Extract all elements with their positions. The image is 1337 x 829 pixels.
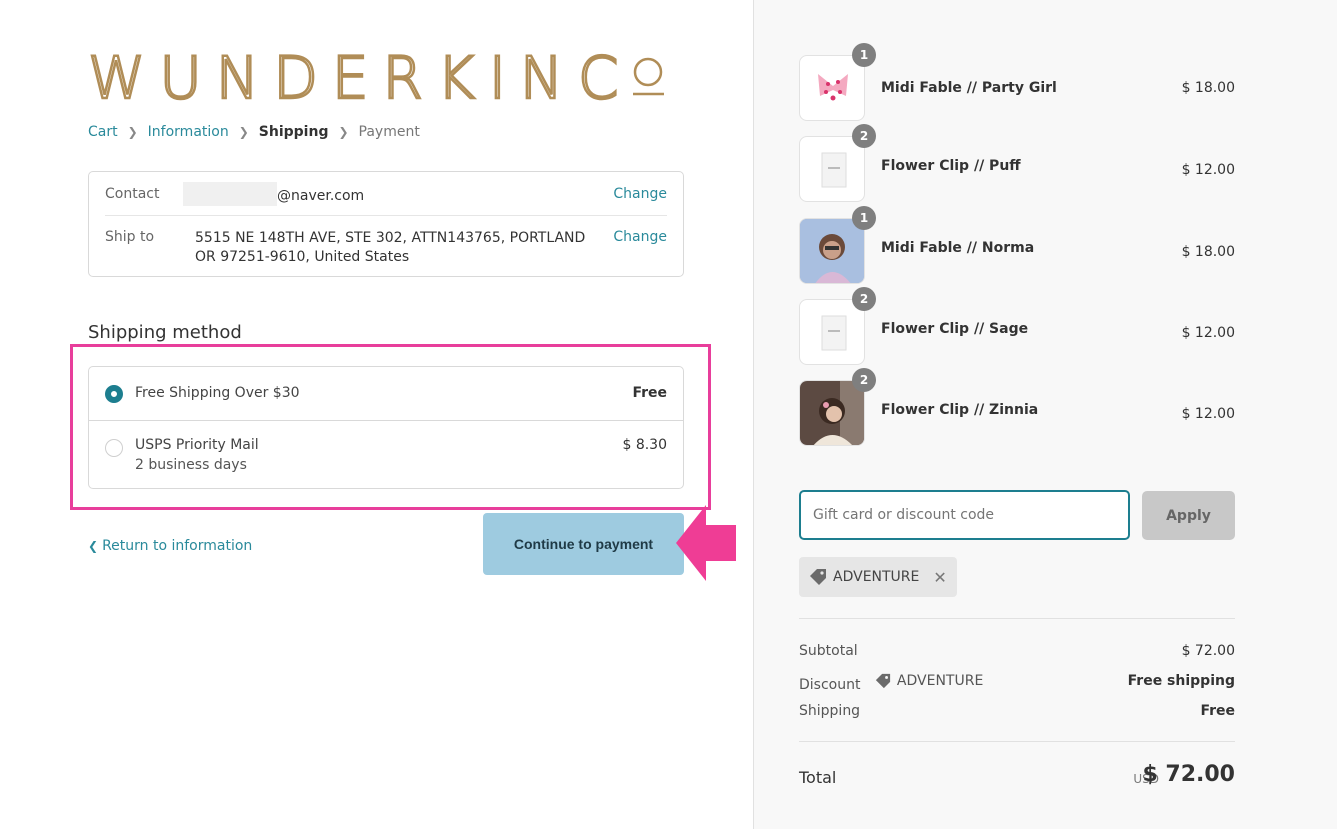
chevron-right-icon: ❯ (238, 125, 249, 139)
chevron-left-icon: ❮ (88, 539, 99, 553)
ship-to-label: Ship to (105, 229, 155, 245)
contact-label: Contact (105, 186, 160, 202)
applied-discount-tag: ADVENTURE ✕ (799, 557, 957, 597)
shipping-row: Shipping Free (799, 703, 1235, 719)
breadcrumb-information[interactable]: Information (148, 124, 229, 140)
item-price: $ 18.00 (1181, 244, 1235, 260)
return-to-information-link[interactable]: ❮ Return to information (88, 538, 252, 554)
breadcrumb-payment: Payment (358, 124, 420, 140)
subtotal-label: Subtotal (799, 643, 858, 659)
radio-unselected[interactable] (105, 439, 123, 457)
shipping-option-price: Free (632, 385, 667, 401)
ship-to-address: 5515 NE 148TH AVE, STE 302, ATTN143765, … (195, 230, 586, 265)
return-label: Return to information (102, 538, 253, 554)
item-name: Flower Clip // Puff (881, 158, 1021, 174)
cart-item: 1 Midi Fable // Party Girl $ 18.00 (799, 43, 1235, 121)
cart-item: 2 Flower Clip // Sage $ 12.00 (799, 287, 1235, 365)
brand-logo[interactable]: WUNDERKIN C (87, 42, 678, 113)
cart-item: 2 Flower Clip // Zinnia $ 12.00 (799, 368, 1235, 446)
divider (799, 618, 1235, 619)
chevron-right-icon: ❯ (127, 125, 138, 139)
discount-value: Free shipping (1127, 673, 1235, 689)
item-name: Midi Fable // Norma (881, 240, 1035, 256)
item-name: Midi Fable // Party Girl (881, 80, 1057, 96)
shipping-methods-list: Free Shipping Over $30 Free USPS Priorit… (88, 366, 684, 489)
breadcrumb: Cart ❯ Information ❯ Shipping ❯ Payment (88, 124, 420, 140)
quantity-badge: 2 (852, 124, 876, 148)
item-price: $ 12.00 (1181, 325, 1235, 341)
breadcrumb-shipping: Shipping (258, 124, 329, 140)
clip-card-image (799, 136, 865, 202)
continue-to-payment-button[interactable]: Continue to payment (483, 513, 684, 575)
quantity-badge: 2 (852, 287, 876, 311)
contact-value: @naver.com (183, 182, 595, 206)
quantity-badge: 1 (852, 43, 876, 67)
contact-row: Contact @naver.com Change (89, 182, 683, 216)
order-review-box: Contact @naver.com Change Ship to 5515 N… (88, 171, 684, 277)
total-label: Total (799, 768, 837, 787)
ship-to-row: Ship to 5515 NE 148TH AVE, STE 302, ATTN… (89, 229, 683, 269)
shipping-label: Shipping (799, 703, 861, 719)
cart-item: 2 Flower Clip // Puff $ 12.00 (799, 124, 1235, 202)
radio-selected[interactable] (105, 385, 123, 403)
breadcrumb-cart[interactable]: Cart (88, 124, 118, 140)
shipping-option-price: $ 8.30 (622, 437, 667, 453)
contact-email: @naver.com (277, 188, 365, 204)
discount-code-chip: ADVENTURE (875, 673, 983, 689)
shipping-option-usps[interactable]: USPS Priority Mail 2 business days $ 8.3… (89, 421, 683, 489)
svg-text:C: C (578, 44, 619, 106)
item-name: Flower Clip // Zinnia (881, 402, 1039, 418)
shipping-value: Free (1200, 703, 1235, 719)
pink-bow-image (799, 55, 865, 121)
cart-item: 1 Midi Fable // Norma $ 18.00 (799, 206, 1235, 284)
tag-icon (810, 569, 826, 585)
checkout-main: WUNDERKIN C Cart ❯ Information ❯ Shippin… (0, 0, 753, 829)
shipping-option-subtext: 2 business days (135, 457, 247, 473)
redacted-block (183, 182, 277, 206)
item-price: $ 18.00 (1181, 80, 1235, 96)
subtotal-row: Subtotal $ 72.00 (799, 643, 1235, 659)
discount-code-input[interactable] (799, 490, 1130, 540)
discount-label: Discount (799, 677, 861, 693)
shipping-option-name: Free Shipping Over $30 (135, 385, 300, 401)
shipping-option-free[interactable]: Free Shipping Over $30 Free (89, 367, 683, 421)
child-photo (799, 380, 865, 446)
item-price: $ 12.00 (1181, 406, 1235, 422)
item-price: $ 12.00 (1181, 162, 1235, 178)
child-photo (799, 218, 865, 284)
annotation-arrow-icon (676, 505, 736, 581)
shipping-method-title: Shipping method (88, 322, 242, 343)
change-contact-link[interactable]: Change (613, 186, 667, 202)
chevron-right-icon: ❯ (338, 125, 349, 139)
change-address-link[interactable]: Change (613, 229, 667, 245)
svg-text:WUNDERKIN: WUNDERKIN (88, 44, 577, 106)
tag-icon (875, 673, 891, 689)
total-row: Total USD $ 72.00 (799, 760, 1235, 800)
discount-code: ADVENTURE (896, 673, 984, 689)
shipping-option-name: USPS Priority Mail (135, 437, 259, 453)
discount-code-label: ADVENTURE (833, 569, 920, 585)
clip-card-image (799, 299, 865, 365)
quantity-badge: 1 (852, 206, 876, 230)
order-summary-sidebar: 1 Midi Fable // Party Girl $ 18.00 2 Flo… (753, 0, 1337, 829)
discount-row: Discount ADVENTURE Free shipping (799, 673, 1235, 693)
subtotal-value: $ 72.00 (1181, 643, 1235, 659)
apply-discount-button[interactable]: Apply (1142, 491, 1235, 540)
divider (105, 215, 667, 216)
item-name: Flower Clip // Sage (881, 321, 1029, 337)
quantity-badge: 2 (852, 368, 876, 392)
divider (799, 741, 1235, 742)
remove-discount-icon[interactable]: ✕ (933, 568, 946, 587)
total-amount: $ 72.00 (1142, 762, 1235, 787)
